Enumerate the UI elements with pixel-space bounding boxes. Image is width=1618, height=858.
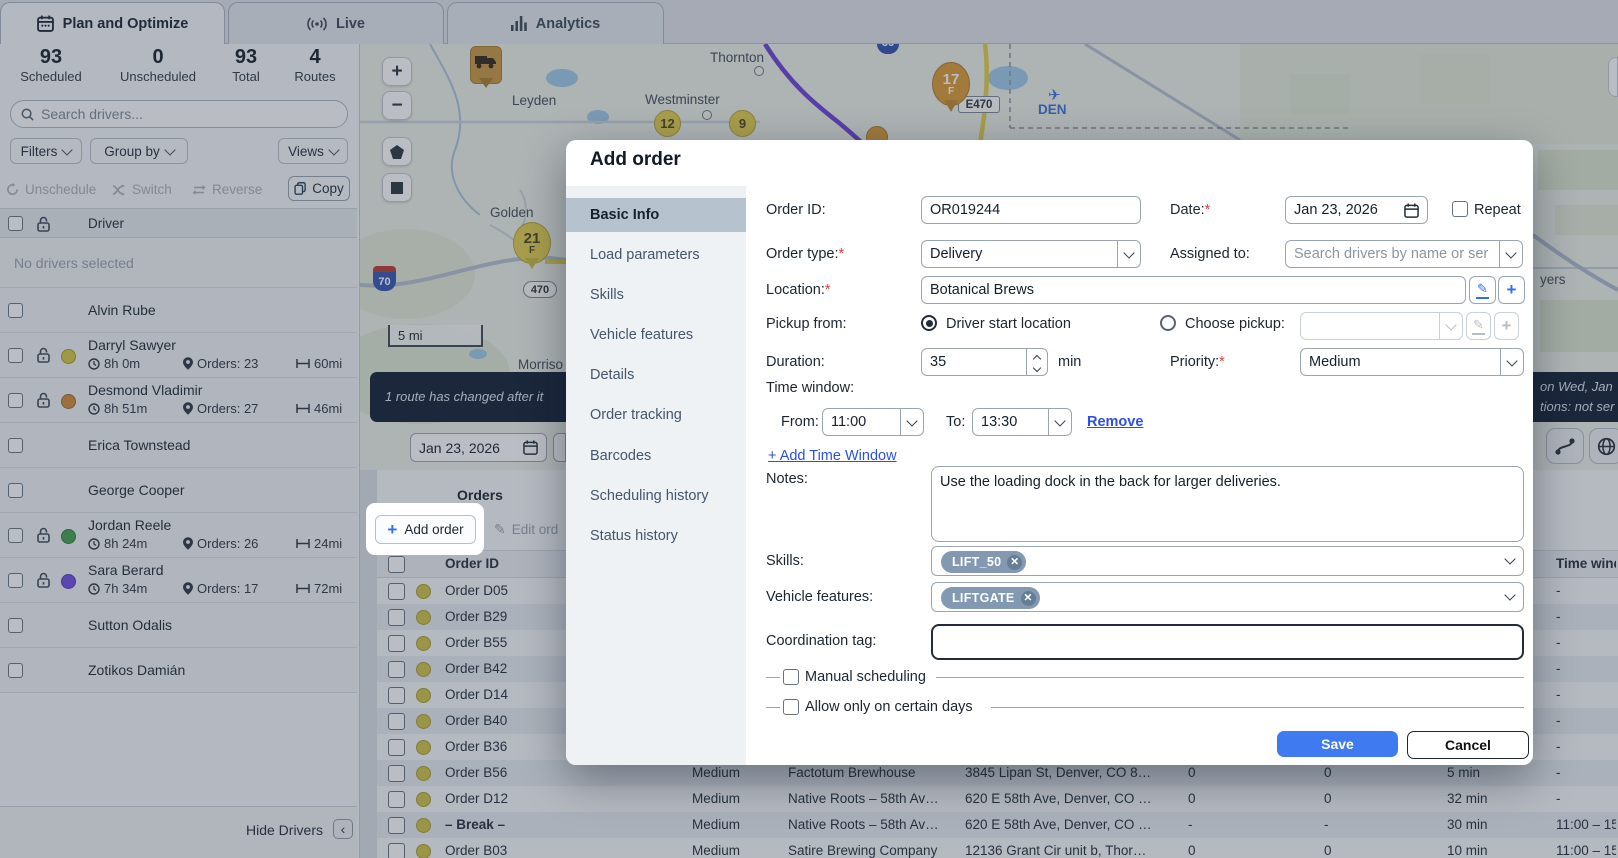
priority-select[interactable]: Medium <box>1300 348 1524 376</box>
chevron-down-icon <box>900 409 923 435</box>
coordination-tag-input[interactable] <box>931 624 1524 660</box>
vehicle-features-label: Vehicle features: <box>766 589 873 605</box>
allow-days-label: Allow only on certain days <box>805 699 973 715</box>
nav-status-history[interactable]: Status history <box>566 519 746 553</box>
assigned-to-input[interactable]: Search drivers by name or ser <box>1285 240 1523 268</box>
edit-location-button[interactable]: ✎ <box>1469 276 1496 304</box>
choose-pickup-label: Choose pickup: <box>1185 316 1285 332</box>
divider <box>991 707 1524 708</box>
choose-pickup-radio[interactable] <box>1160 315 1176 331</box>
location-input[interactable]: Botanical Brews <box>921 276 1466 304</box>
assigned-placeholder: Search drivers by name or ser <box>1294 246 1488 262</box>
add-order-modal: Add order Basic Info Load parameters Ski… <box>566 140 1533 765</box>
location-label: Location:* <box>766 282 831 298</box>
time-to-select[interactable]: 13:30 <box>972 408 1072 436</box>
chevron-down-icon <box>1499 241 1522 267</box>
add-location-button[interactable]: + <box>1498 276 1525 304</box>
chevron-down-icon <box>1504 589 1515 600</box>
edit-pickup-button-disabled: ✎ <box>1466 312 1491 340</box>
pickup-from-label: Pickup from: <box>766 316 847 332</box>
driver-start-label: Driver start location <box>946 316 1071 332</box>
skills-label: Skills: <box>766 553 804 569</box>
date-input[interactable]: Jan 23, 2026 <box>1285 196 1428 224</box>
nav-vehicle-features[interactable]: Vehicle features <box>566 318 746 352</box>
remove-chip-icon[interactable]: ✕ <box>1021 591 1036 606</box>
date-label: Date:* <box>1170 202 1210 218</box>
calendar-icon <box>1404 203 1419 218</box>
cancel-button[interactable]: Cancel <box>1407 731 1529 759</box>
vehicle-features-multiselect[interactable]: LIFTGATE ✕ <box>931 582 1524 612</box>
repeat-label: Repeat <box>1474 202 1521 218</box>
divider <box>766 707 780 708</box>
nav-load-parameters[interactable]: Load parameters <box>566 238 746 272</box>
time-window-label: Time window: <box>766 380 854 396</box>
vehicle-feature-chip: LIFTGATE ✕ <box>941 587 1040 609</box>
add-time-window-link[interactable]: + Add Time Window <box>768 448 897 464</box>
order-id-input[interactable]: OR019244 <box>921 196 1141 224</box>
nav-barcodes[interactable]: Barcodes <box>566 439 746 473</box>
nav-skills[interactable]: Skills <box>566 278 746 312</box>
plus-icon: + <box>1507 280 1517 300</box>
duration-unit: min <box>1058 354 1081 370</box>
skill-chip: LIFT_50 ✕ <box>941 551 1026 573</box>
allow-days-checkbox[interactable] <box>783 699 799 715</box>
priority-label: Priority:* <box>1170 354 1225 370</box>
pencil-icon: ✎ <box>1472 317 1485 335</box>
order-type-select[interactable]: Delivery <box>921 240 1141 268</box>
modal-title: Add order <box>590 149 681 171</box>
save-button[interactable]: Save <box>1277 731 1398 757</box>
manual-scheduling-label: Manual scheduling <box>805 669 926 685</box>
add-order-button[interactable]: + Add order <box>375 515 476 544</box>
plus-icon: + <box>1502 316 1512 336</box>
coordination-tag-label: Coordination tag: <box>766 633 876 649</box>
to-label: To: <box>946 414 965 430</box>
from-label: From: <box>781 414 819 430</box>
choose-pickup-select <box>1300 312 1463 340</box>
chevron-down-icon <box>1439 313 1462 339</box>
nav-basic-info[interactable]: Basic Info <box>566 198 746 232</box>
skills-multiselect[interactable]: LIFT_50 ✕ <box>931 546 1524 576</box>
plus-icon: + <box>387 521 397 538</box>
nav-order-tracking[interactable]: Order tracking <box>566 398 746 432</box>
manual-scheduling-checkbox[interactable] <box>783 669 799 685</box>
chevron-down-icon <box>1117 241 1140 267</box>
order-type-label: Order type:* <box>766 246 844 262</box>
chevron-down-icon <box>1048 409 1071 435</box>
app-screen: + − Leyden Westminster Thornton Golden M… <box>0 0 1618 858</box>
notes-label: Notes: <box>766 471 808 487</box>
stepper-arrows[interactable] <box>1026 349 1047 375</box>
divider <box>936 677 1524 678</box>
nav-scheduling-history[interactable]: Scheduling history <box>566 479 746 513</box>
modal-nav: Basic Info Load parameters Skills Vehicl… <box>566 186 746 765</box>
duration-input[interactable]: 35 <box>921 348 1048 376</box>
assigned-to-label: Assigned to: <box>1170 246 1250 262</box>
repeat-checkbox[interactable] <box>1452 201 1468 217</box>
time-from-select[interactable]: 11:00 <box>822 408 924 436</box>
nav-details[interactable]: Details <box>566 358 746 392</box>
driver-start-radio[interactable] <box>921 315 937 331</box>
chevron-down-icon <box>1500 349 1523 375</box>
remove-time-window-link[interactable]: Remove <box>1087 414 1143 430</box>
add-pickup-button-disabled: + <box>1494 312 1519 340</box>
divider <box>766 677 780 678</box>
notes-textarea[interactable]: Use the loading dock in the back for lar… <box>931 466 1524 542</box>
duration-label: Duration: <box>766 354 825 370</box>
order-id-label: Order ID: <box>766 202 826 218</box>
remove-chip-icon[interactable]: ✕ <box>1007 555 1022 570</box>
chevron-down-icon <box>1504 553 1515 564</box>
pencil-icon: ✎ <box>1476 281 1489 299</box>
